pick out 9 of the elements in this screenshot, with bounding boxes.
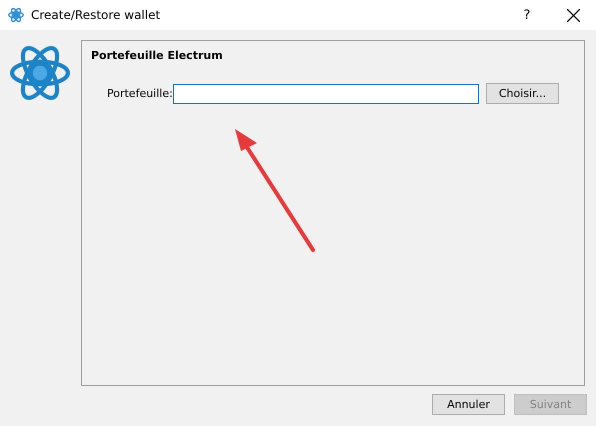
field-label: Portefeuille: (107, 87, 173, 100)
close-icon (566, 8, 580, 22)
window-title: Create/Restore wallet (31, 8, 160, 22)
atom-logo-icon (8, 7, 24, 23)
help-button[interactable]: ? (504, 0, 550, 30)
panel-title: Portefeuille Electrum (91, 49, 224, 62)
wallet-field[interactable] (173, 84, 479, 104)
dialog-button[interactable]: Annuler (432, 394, 505, 415)
choose-button[interactable]: Choisir... (486, 83, 559, 104)
